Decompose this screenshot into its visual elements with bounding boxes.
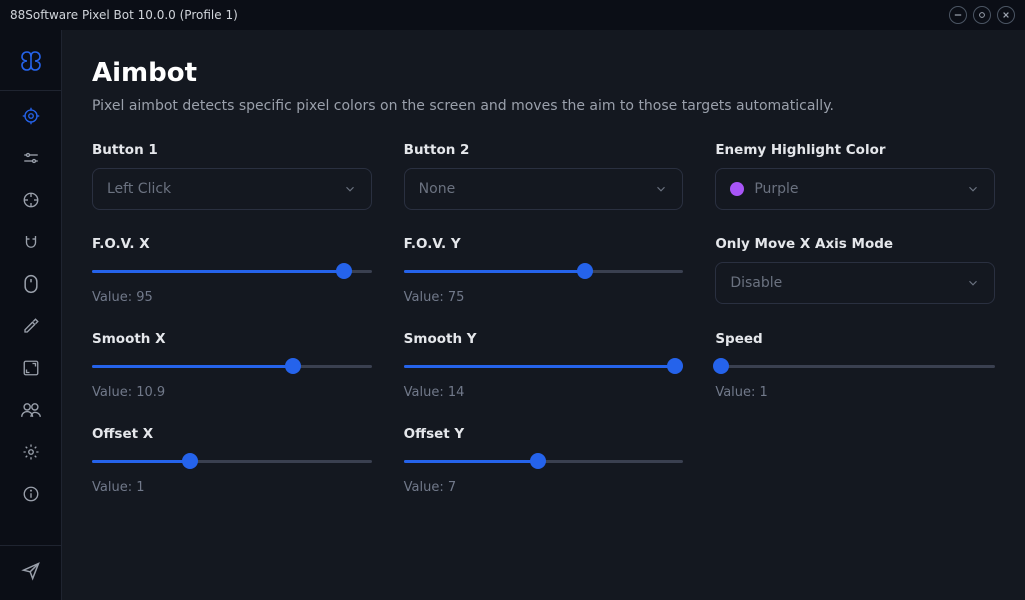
- scroll-nav-icon[interactable]: [20, 273, 42, 295]
- chevron-down-icon: [966, 182, 980, 196]
- gear-nav-icon[interactable]: [20, 441, 42, 463]
- minimize-icon[interactable]: [949, 6, 967, 24]
- chevron-down-icon: [966, 276, 980, 290]
- offsetx-slider[interactable]: [92, 452, 372, 470]
- xaxis-select[interactable]: Disable: [715, 262, 995, 304]
- offsetx-field: Offset X Value: 1: [92, 426, 372, 495]
- page-title: Aimbot: [92, 58, 995, 88]
- offsety-slider[interactable]: [404, 452, 684, 470]
- info-nav-icon[interactable]: [20, 483, 42, 505]
- xaxis-value: Disable: [730, 275, 782, 291]
- speed-value: Value: 1: [715, 385, 995, 400]
- button1-value: Left Click: [107, 181, 171, 197]
- maximize-icon[interactable]: [973, 6, 991, 24]
- window-title: 88Software Pixel Bot 10.0.0 (Profile 1): [10, 8, 943, 22]
- button2-select[interactable]: None: [404, 168, 684, 210]
- smoothx-value: Value: 10.9: [92, 385, 372, 400]
- button1-select[interactable]: Left Click: [92, 168, 372, 210]
- sidebar: [0, 30, 62, 600]
- offsety-field: Offset Y Value: 7: [404, 426, 684, 495]
- offsety-value: Value: 7: [404, 480, 684, 495]
- enemy-color-select[interactable]: Purple: [715, 168, 995, 210]
- fovy-label: F.O.V. Y: [404, 236, 684, 252]
- smoothx-slider[interactable]: [92, 357, 372, 375]
- offsety-label: Offset Y: [404, 426, 684, 442]
- aimbot-nav-icon[interactable]: [20, 105, 42, 127]
- button2-field: Button 2 None: [404, 142, 684, 210]
- xaxis-label: Only Move X Axis Mode: [715, 236, 995, 252]
- app-logo: [0, 32, 61, 90]
- smoothx-field: Smooth X Value: 10.9: [92, 331, 372, 400]
- sliders-nav-icon[interactable]: [20, 147, 42, 169]
- expand-nav-icon[interactable]: [20, 357, 42, 379]
- fovx-field: F.O.V. X Value: 95: [92, 236, 372, 305]
- enemy-color-value: Purple: [754, 181, 798, 197]
- users-nav-icon[interactable]: [20, 399, 42, 421]
- fovy-field: F.O.V. Y Value: 75: [404, 236, 684, 305]
- chevron-down-icon: [343, 182, 357, 196]
- color-swatch-icon: [730, 182, 744, 196]
- xaxis-field: Only Move X Axis Mode Disable: [715, 236, 995, 305]
- offsetx-value: Value: 1: [92, 480, 372, 495]
- speed-field: Speed Value: 1: [715, 331, 995, 400]
- close-icon[interactable]: [997, 6, 1015, 24]
- enemy-color-label: Enemy Highlight Color: [715, 142, 995, 158]
- button1-label: Button 1: [92, 142, 372, 158]
- fovx-slider[interactable]: [92, 262, 372, 280]
- smoothy-field: Smooth Y Value: 14: [404, 331, 684, 400]
- speed-slider[interactable]: [715, 357, 995, 375]
- smoothy-slider[interactable]: [404, 357, 684, 375]
- main-content: Aimbot Pixel aimbot detects specific pix…: [62, 30, 1025, 600]
- chevron-down-icon: [654, 182, 668, 196]
- fovx-label: F.O.V. X: [92, 236, 372, 252]
- send-nav-icon[interactable]: [20, 560, 42, 582]
- speed-label: Speed: [715, 331, 995, 347]
- button1-field: Button 1 Left Click: [92, 142, 372, 210]
- crosshair-nav-icon[interactable]: [20, 189, 42, 211]
- smoothy-label: Smooth Y: [404, 331, 684, 347]
- smoothx-label: Smooth X: [92, 331, 372, 347]
- fovy-slider[interactable]: [404, 262, 684, 280]
- eyedropper-nav-icon[interactable]: [20, 315, 42, 337]
- smoothy-value: Value: 14: [404, 385, 684, 400]
- magnet-nav-icon[interactable]: [20, 231, 42, 253]
- titlebar: 88Software Pixel Bot 10.0.0 (Profile 1): [0, 0, 1025, 30]
- fovy-value: Value: 75: [404, 290, 684, 305]
- button2-value: None: [419, 181, 456, 197]
- fovx-value: Value: 95: [92, 290, 372, 305]
- page-subtitle: Pixel aimbot detects specific pixel colo…: [92, 98, 995, 114]
- button2-label: Button 2: [404, 142, 684, 158]
- offsetx-label: Offset X: [92, 426, 372, 442]
- enemy-color-field: Enemy Highlight Color Purple: [715, 142, 995, 210]
